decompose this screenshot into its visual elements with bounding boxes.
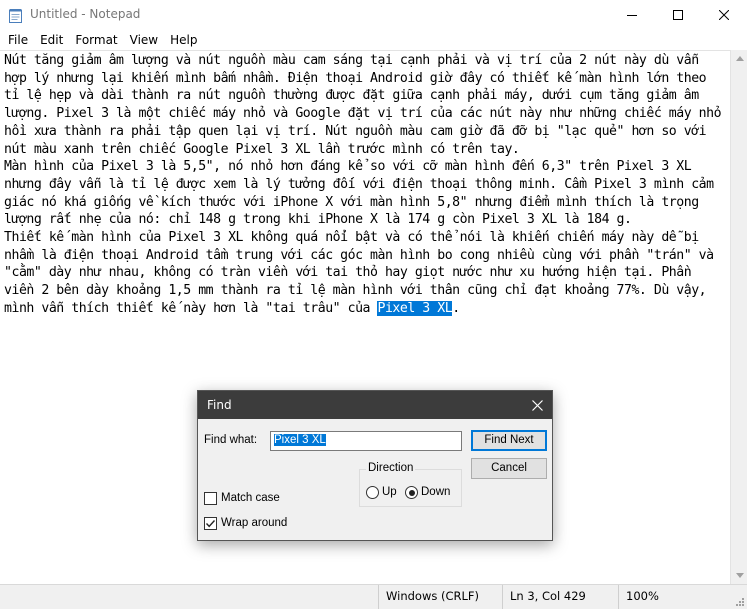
paragraph-3: Thiết kế màn hình của Pixel 3 XL không q… <box>4 230 722 316</box>
resize-grip-icon[interactable] <box>733 595 745 607</box>
find-dialog-title-bar: Find <box>198 391 552 419</box>
minimize-button[interactable] <box>609 0 655 30</box>
paragraph-1: Nút tăng giảm âm lượng và nút nguồn màu … <box>4 53 729 157</box>
menu-help[interactable]: Help <box>164 30 203 50</box>
status-bar: Windows (CRLF) Ln 3, Col 429 100% <box>0 584 747 609</box>
find-next-button[interactable]: Find Next <box>471 430 547 451</box>
vertical-scrollbar[interactable] <box>730 50 747 584</box>
status-cursor-position: Ln 3, Col 429 <box>502 585 618 609</box>
menu-bar: File Edit Format View Help <box>0 30 747 50</box>
status-zoom: 100% <box>618 585 730 609</box>
find-dialog: Find Find what: Pixel 3 XL Find Next Can… <box>197 390 553 541</box>
chevron-down-icon <box>735 573 744 578</box>
maximize-button[interactable] <box>655 0 701 30</box>
scroll-up-button[interactable] <box>731 50 747 67</box>
menu-edit[interactable]: Edit <box>34 30 69 50</box>
direction-down-radio[interactable] <box>405 486 418 499</box>
scroll-down-button[interactable] <box>731 567 747 584</box>
notepad-icon <box>9 9 22 23</box>
title-bar: Untitled - Notepad <box>0 0 747 30</box>
editor-content[interactable]: Nút tăng giảm âm lượng và nút nguồn màu … <box>4 52 726 318</box>
direction-up-radio[interactable] <box>366 486 379 499</box>
cancel-button[interactable]: Cancel <box>471 458 547 479</box>
menu-file[interactable]: File <box>2 30 34 50</box>
find-dialog-title: Find <box>207 398 232 412</box>
close-icon <box>719 10 729 20</box>
match-case-label[interactable]: Match case <box>221 492 280 504</box>
window-title: Untitled - Notepad <box>30 7 141 21</box>
checkmark-icon <box>205 520 216 528</box>
close-icon <box>531 399 543 411</box>
direction-label: Direction <box>366 462 416 474</box>
find-what-value: Pixel 3 XL <box>274 434 326 446</box>
wrap-around-checkbox[interactable] <box>204 517 217 530</box>
status-line-ending: Windows (CRLF) <box>378 585 502 609</box>
paragraph-3-end: . <box>452 300 460 316</box>
menu-view[interactable]: View <box>124 30 164 50</box>
direction-down-label[interactable]: Down <box>421 486 450 498</box>
maximize-icon <box>673 10 683 20</box>
wrap-around-label[interactable]: Wrap around <box>221 517 287 529</box>
close-button[interactable] <box>701 0 747 30</box>
find-dialog-close-button[interactable] <box>528 396 546 414</box>
find-what-label: Find what: <box>204 434 258 446</box>
match-case-checkbox[interactable] <box>204 492 217 505</box>
chevron-up-icon <box>735 56 744 61</box>
minimize-icon <box>627 15 637 16</box>
find-what-input[interactable]: Pixel 3 XL <box>270 431 462 451</box>
paragraph-2: Màn hình của Pixel 3 là 5,5", nó nhỏ hơn… <box>4 159 722 228</box>
menu-format[interactable]: Format <box>69 30 123 50</box>
direction-up-label[interactable]: Up <box>382 486 397 498</box>
selected-text: Pixel 3 XL <box>377 300 453 316</box>
